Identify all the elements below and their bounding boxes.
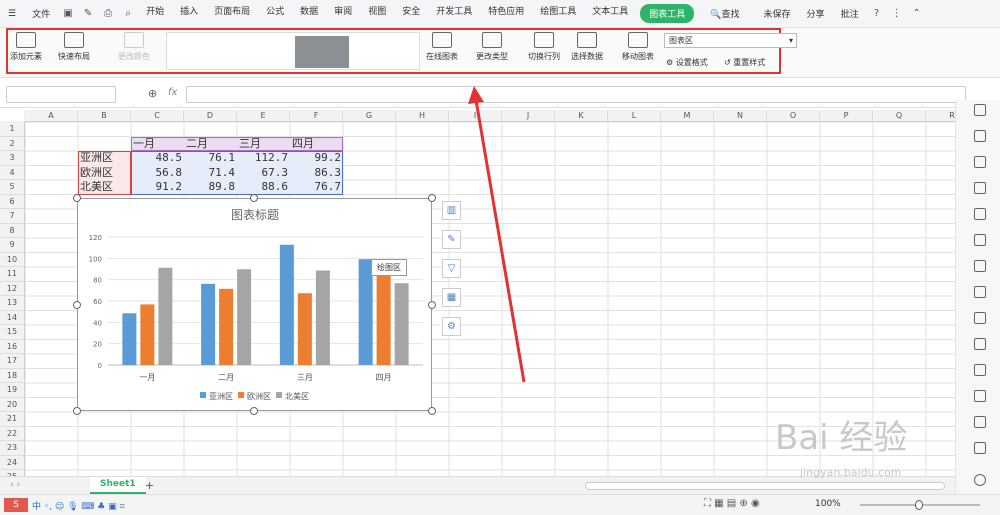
archive-icon[interactable] <box>974 364 986 376</box>
ime-toolbar[interactable]: 中 ◦, ☺ 🎙 ⌨ ♣ ▣ ⌗ <box>32 499 125 512</box>
chart-bar-icon[interactable] <box>974 234 986 246</box>
right-side-toolbar <box>955 100 1000 495</box>
history-icon[interactable] <box>974 442 986 454</box>
sliders-icon[interactable] <box>974 260 986 272</box>
sheet-nav-icon[interactable]: ‹ › <box>10 480 20 490</box>
add-sheet-button[interactable]: + <box>145 479 154 492</box>
zoom-slider-thumb[interactable] <box>915 500 923 510</box>
watermark-logo: Bai 经验 <box>775 418 908 458</box>
status-bar: S 中 ◦, ☺ 🎙 ⌨ ♣ ▣ ⌗ ⛶ ▦ ▤ ⊕ ◉ 100% <box>0 494 1000 515</box>
ime-logo-icon[interactable]: S <box>4 498 28 512</box>
table-icon[interactable] <box>974 182 986 194</box>
fill-icon[interactable] <box>974 156 986 168</box>
image-icon[interactable] <box>974 390 986 402</box>
view-mode-icons[interactable]: ⛶ ▦ ▤ ⊕ ◉ <box>704 498 760 509</box>
share-icon[interactable] <box>974 338 986 350</box>
cursor-icon[interactable] <box>974 104 986 116</box>
document-icon[interactable] <box>974 312 986 324</box>
horizontal-scrollbar[interactable] <box>585 482 945 490</box>
watermark-url: jingyan.baidu.com <box>800 466 902 479</box>
shape-icon[interactable] <box>974 130 986 142</box>
sheet-tab[interactable]: Sheet1 <box>90 477 146 494</box>
translate-icon[interactable] <box>974 416 986 428</box>
layers-icon[interactable] <box>974 208 986 220</box>
help-circle-icon[interactable] <box>974 474 986 486</box>
zoom-level[interactable]: 100% <box>815 499 841 509</box>
backup-icon[interactable] <box>974 286 986 298</box>
